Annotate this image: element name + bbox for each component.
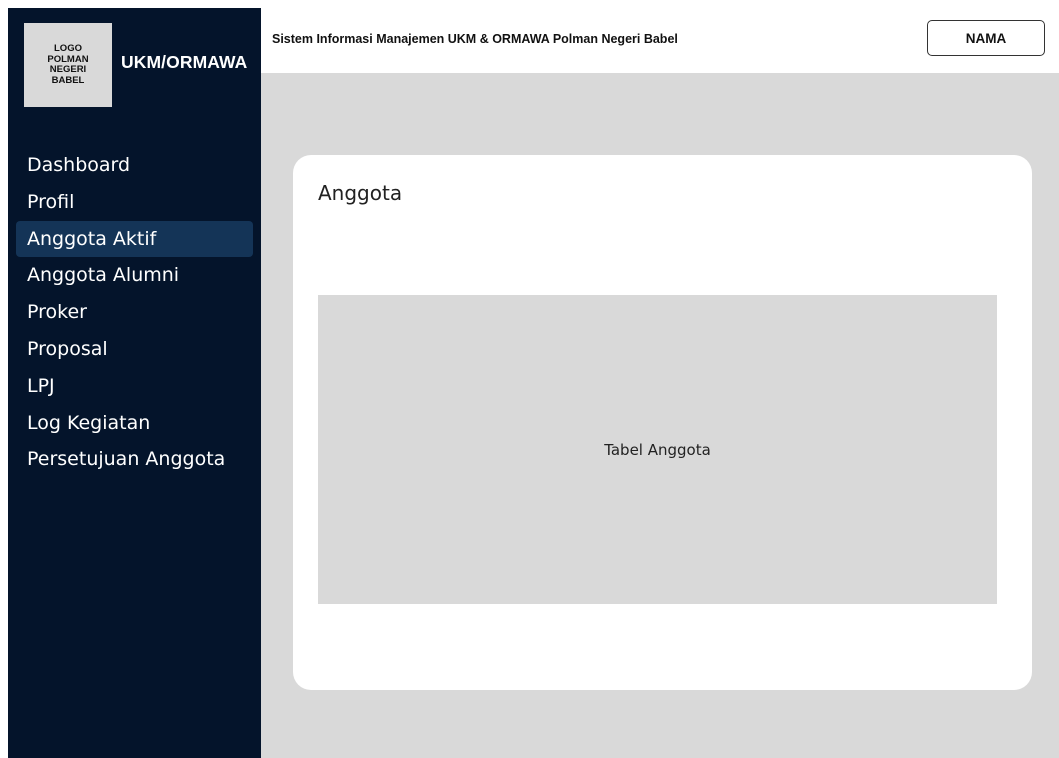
page-title: Anggota <box>318 181 403 205</box>
sidebar-item-dashboard[interactable]: Dashboard <box>16 147 253 184</box>
member-table-placeholder: Tabel Anggota <box>318 295 997 604</box>
sidebar: LOGO POLMAN NEGERI BABEL UKM/ORMAWA Dash… <box>8 8 261 758</box>
sidebar-item-anggota-aktif[interactable]: Anggota Aktif <box>16 220 253 258</box>
app-title: Sistem Informasi Manajemen UKM & ORMAWA … <box>272 32 678 46</box>
sidebar-item-proposal[interactable]: Proposal <box>16 331 253 368</box>
brand-title: UKM/ORMAWA <box>121 52 248 72</box>
user-name-button[interactable]: NAMA <box>927 20 1045 56</box>
main-content: Anggota Tabel Anggota <box>261 73 1059 758</box>
sidebar-item-anggota-alumni[interactable]: Anggota Alumni <box>16 257 253 294</box>
sidebar-item-proker[interactable]: Proker <box>16 294 253 331</box>
top-header: Sistem Informasi Manajemen UKM & ORMAWA … <box>261 8 1059 73</box>
logo-text: LOGO POLMAN NEGERI BABEL <box>47 43 89 86</box>
sidebar-nav: Dashboard Profil Anggota Aktif Anggota A… <box>16 147 253 478</box>
sidebar-item-profil[interactable]: Profil <box>16 184 253 221</box>
sidebar-item-persetujuan-anggota[interactable]: Persetujuan Anggota <box>16 441 253 478</box>
logo-placeholder: LOGO POLMAN NEGERI BABEL <box>24 23 112 107</box>
anggota-card: Anggota Tabel Anggota <box>293 155 1032 690</box>
table-placeholder-label: Tabel Anggota <box>604 440 711 459</box>
sidebar-item-log-kegiatan[interactable]: Log Kegiatan <box>16 405 253 442</box>
sidebar-item-lpj[interactable]: LPJ <box>16 368 253 405</box>
